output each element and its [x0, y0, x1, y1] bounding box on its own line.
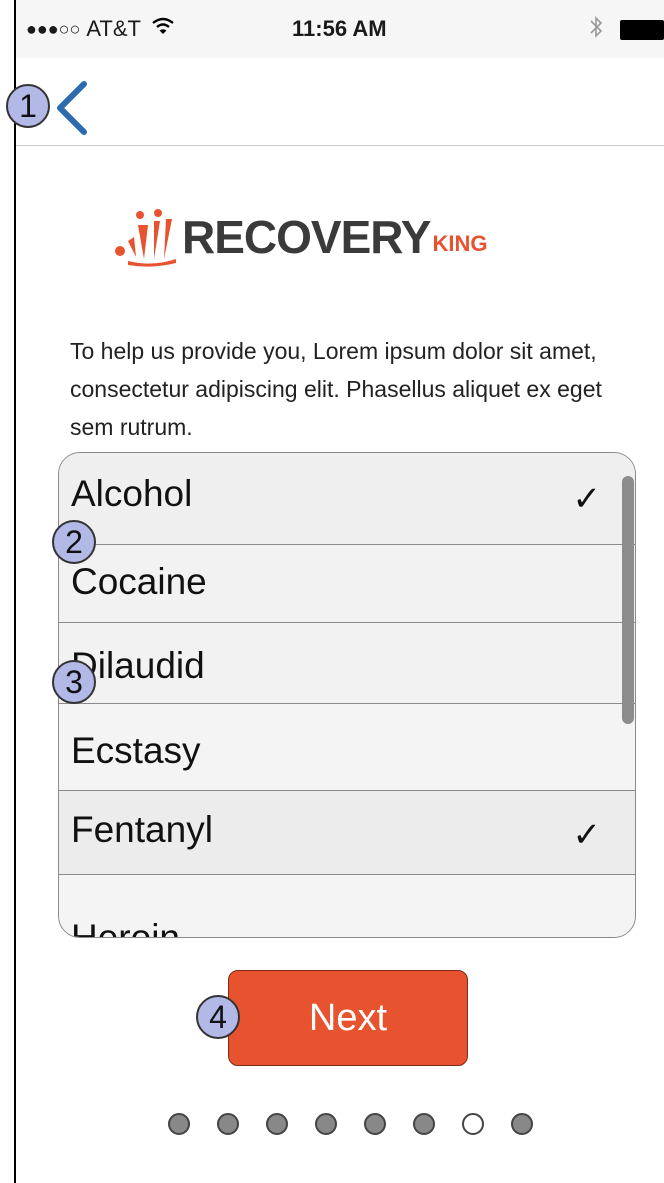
page-dot: [168, 1113, 190, 1135]
list-item-alcohol[interactable]: Alcohol ✓: [59, 453, 635, 545]
next-button[interactable]: Next: [228, 970, 468, 1066]
back-button[interactable]: [52, 80, 92, 136]
crown-icon: [115, 209, 176, 267]
callout-marker-1: 1: [6, 84, 50, 128]
list-item-label: Ecstasy: [71, 730, 201, 771]
list-item-ecstasy[interactable]: Ecstasy: [59, 704, 635, 791]
page-dot: [413, 1113, 435, 1135]
status-left: ●●●○○ AT&T: [26, 16, 175, 42]
page-dot: [315, 1113, 337, 1135]
logo-main-text: RECOVERY: [182, 211, 431, 263]
list-item-label: Heroin: [71, 917, 180, 938]
wifi-icon: [151, 16, 175, 42]
list-item-label: Fentanyl: [71, 809, 213, 850]
nav-bar: [16, 58, 664, 146]
carrier-name: AT&T: [86, 16, 141, 41]
logo-sub-text: KING: [432, 231, 488, 256]
recovery-king-logo: RECOVERY KING: [114, 202, 487, 272]
status-bar: ●●●○○ AT&T 11:56 AM: [16, 0, 664, 58]
list-item-heroin[interactable]: Heroin: [59, 875, 635, 938]
page-dot: [266, 1113, 288, 1135]
callout-marker-4: 4: [196, 995, 240, 1039]
checkmark-icon: ✓: [572, 480, 602, 518]
list-item-cocaine[interactable]: Cocaine: [59, 545, 635, 623]
battery-icon: [620, 20, 664, 40]
callout-marker-2: 2: [52, 520, 96, 564]
list-item-fentanyl[interactable]: Fentanyl ✓: [59, 791, 635, 875]
intro-text: To help us provide you, Lorem ipsum dolo…: [70, 338, 602, 440]
page-dot: [217, 1113, 239, 1135]
list-item-label: Alcohol: [71, 473, 193, 514]
chevron-left-icon: [57, 81, 87, 135]
callout-marker-3: 3: [52, 660, 96, 704]
signal-strength: ●●●○○: [26, 18, 81, 39]
page-dot: [364, 1113, 386, 1135]
page-dot: [511, 1113, 533, 1135]
status-time: 11:56 AM: [292, 16, 387, 41]
list-item-dilaudid[interactable]: Dilaudid: [59, 623, 635, 704]
bluetooth-icon: [588, 14, 604, 47]
list-item-label: Cocaine: [71, 561, 207, 602]
list-scrollbar[interactable]: [622, 476, 634, 724]
page-dot-current: [462, 1113, 484, 1135]
page-indicator: [168, 1113, 560, 1135]
substance-list[interactable]: Alcohol ✓ Cocaine Dilaudid Ecstasy Fenta…: [58, 452, 636, 938]
checkmark-icon: ✓: [572, 816, 602, 854]
